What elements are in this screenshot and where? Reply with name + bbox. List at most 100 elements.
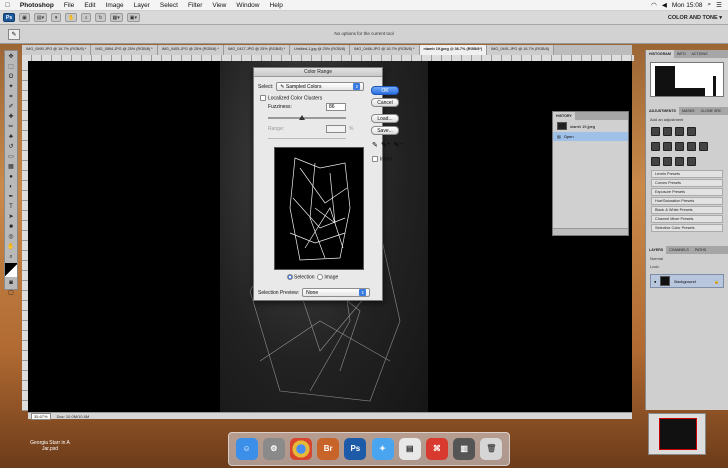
crop-tool-icon[interactable]: ⌗ (5, 93, 17, 101)
invert-row[interactable]: Invert (372, 156, 393, 162)
hand-tool-icon[interactable]: ✋ (65, 13, 78, 22)
tab-document[interactable]: IMG_0590.JPG @ 16.7% (RGB/8) * (22, 45, 92, 55)
selection-preview-image[interactable] (274, 147, 364, 270)
3d-rotate-tool-icon[interactable]: ◎ (5, 233, 17, 241)
zoom-tool-icon[interactable]: ⌕ (5, 253, 17, 261)
notification-center-icon[interactable]: ☰ (716, 1, 722, 9)
preset-black-white[interactable]: Black & White Presets (651, 206, 723, 214)
tab-document[interactable]: IMG_0405.JPG @ 25% (RGB/8) * (157, 45, 224, 55)
color-swatches-icon[interactable] (5, 263, 17, 277)
curves-icon[interactable] (675, 127, 684, 136)
finder-window-icon[interactable]: ▥ (453, 438, 476, 460)
brightness-contrast-icon[interactable] (651, 127, 660, 136)
history-snapshot[interactable]: niamh 19.jpeg (553, 120, 628, 132)
threshold-icon[interactable] (675, 157, 684, 166)
preset-channel-mixer[interactable]: Channel Mixer Presets (651, 215, 723, 223)
workspace-switcher[interactable]: COLOR AND TONE ▾ (668, 15, 722, 21)
vibrance-icon[interactable] (651, 142, 660, 151)
tab-info[interactable]: INFO (674, 50, 689, 58)
range-input[interactable] (326, 125, 346, 133)
menu-window[interactable]: Window (231, 2, 264, 9)
screen-mode-icon[interactable]: ▢ (5, 289, 17, 297)
gradient-map-icon[interactable] (687, 157, 696, 166)
eye-visibility-icon[interactable]: ● (654, 279, 656, 284)
hand-tool-icon[interactable]: ✋ (5, 243, 17, 251)
selection-preview-dropdown[interactable]: None ⇕ (302, 288, 371, 297)
blur-tool-icon[interactable]: ● (5, 173, 17, 181)
preset-levels[interactable]: Levels Presets (651, 170, 723, 178)
localized-clusters-checkbox[interactable] (260, 95, 266, 101)
black-white-icon[interactable] (687, 142, 696, 151)
tab-layers[interactable]: LAYERS (646, 246, 667, 254)
zoom-level-dropdown[interactable]: ▾ (51, 13, 62, 22)
levels-icon[interactable] (663, 127, 672, 136)
menu-help[interactable]: Help (265, 2, 288, 9)
pen-tool-icon[interactable]: ✒ (5, 193, 17, 201)
save-button[interactable]: Save... (371, 126, 399, 135)
localized-clusters-row[interactable]: Localized Color Clusters (260, 95, 322, 101)
desktop-file-label[interactable]: Georgia Starr in A Jar.psd (30, 440, 70, 452)
range-slider[interactable] (268, 138, 346, 139)
safari-icon[interactable]: ✦ (371, 438, 394, 460)
tab-document[interactable]: IMG_0417.JPG @ 25% (RGB/8) * (223, 45, 291, 55)
eraser-tool-icon[interactable]: ▭ (5, 153, 17, 161)
type-tool-icon[interactable]: T (5, 203, 17, 211)
menu-edit[interactable]: Edit (79, 2, 100, 9)
preview-icon[interactable]: ▤ (398, 438, 421, 460)
fuzziness-slider-thumb[interactable] (298, 115, 305, 120)
tab-paths[interactable]: PATHS (692, 246, 709, 254)
marquee-tool-icon[interactable]: ⬚ (5, 63, 17, 71)
tab-document[interactable]: IMG_0491.JPG @ 16.7% (RGB/8) (487, 45, 554, 55)
brush-tool-icon[interactable]: ✏ (5, 123, 17, 131)
bridge-icon[interactable]: Br (317, 438, 340, 460)
navigator-panel[interactable] (648, 413, 706, 455)
history-step-open[interactable]: ▤ Open (553, 132, 628, 141)
tab-document[interactable]: IMG_0466.JPG @ 16.7% (RGB/8) * (350, 45, 420, 55)
menu-image[interactable]: Image (101, 2, 129, 9)
tab-document-active[interactable]: niamh 19.jpeg @ 36.7% (RGB/8*) (419, 45, 488, 55)
tab-actions[interactable]: ACTIONS (689, 50, 711, 58)
layer-name[interactable]: Background (674, 279, 695, 284)
launch-bridge-button[interactable]: ▣ (19, 13, 30, 22)
preset-hue-saturation[interactable]: Hue/Saturation Presets (651, 197, 723, 205)
blend-mode-select[interactable]: Normal (646, 254, 728, 263)
eyedropper-minus-icon[interactable]: ✎⁻ (393, 141, 403, 149)
fuzziness-slider[interactable] (268, 117, 346, 119)
system-preferences-icon[interactable]: ⚙ (262, 438, 285, 460)
color-balance-icon[interactable] (675, 142, 684, 151)
tab-masks[interactable]: MASKS (679, 107, 698, 115)
eyedropper-tool-icon[interactable]: ✐ (5, 103, 17, 111)
quick-select-tool-icon[interactable]: ✦ (5, 83, 17, 91)
lasso-tool-icon[interactable]: ʘ (5, 73, 17, 81)
move-tool-icon[interactable]: ✥ (5, 53, 17, 61)
screen-mode-dropdown[interactable]: ▣▾ (126, 13, 140, 22)
tab-document[interactable]: Untitled-1.jpg @ 25% (RGB/8) (290, 45, 351, 55)
fuzziness-input[interactable]: 86 (326, 103, 346, 111)
eyedropper-plus-icon[interactable]: ✎⁺ (381, 141, 391, 149)
preset-selective-color[interactable]: Selective Color Presets (651, 224, 723, 232)
volume-icon[interactable]: ◀ (662, 1, 667, 9)
invert-checkbox[interactable] (372, 156, 378, 162)
layer-row-background[interactable]: ● Background 🔒 (650, 274, 724, 288)
spotlight-search-icon[interactable]: ⌕ (708, 1, 712, 9)
zoom-level-field[interactable]: 35.67% (31, 412, 51, 420)
healing-brush-tool-icon[interactable]: ✚ (5, 113, 17, 121)
clock[interactable]: Mon 15:08 (672, 2, 703, 9)
document-size[interactable]: Doc: 10.0M/10.0M (57, 414, 90, 419)
quick-mask-icon[interactable]: ◙ (5, 279, 17, 287)
tab-document[interactable]: IMG_0594.JPG @ 25% (RGB/8) * (91, 45, 158, 55)
tab-adjustments[interactable]: ADJUSTMENTS (646, 107, 679, 115)
view-extras-dropdown[interactable]: ▤▾ (33, 13, 48, 22)
dodge-tool-icon[interactable]: ◐ (5, 183, 17, 191)
arrange-documents-dropdown[interactable]: ▦▾ (109, 13, 123, 22)
preset-curves[interactable]: Curves Presets (651, 179, 723, 187)
trash-icon[interactable]: 🗑 (480, 438, 503, 460)
menu-view[interactable]: View (207, 2, 231, 9)
rotate-view-icon[interactable]: ↻ (95, 13, 106, 22)
image-radio[interactable] (317, 274, 324, 280)
menu-select[interactable]: Select (155, 2, 183, 9)
eyedropper-icon[interactable]: ✎ (372, 141, 378, 149)
tab-clone-source[interactable]: CLONE SRC (698, 107, 725, 115)
photo-filter-icon[interactable] (699, 142, 708, 151)
cancel-button[interactable]: Cancel (371, 98, 399, 107)
